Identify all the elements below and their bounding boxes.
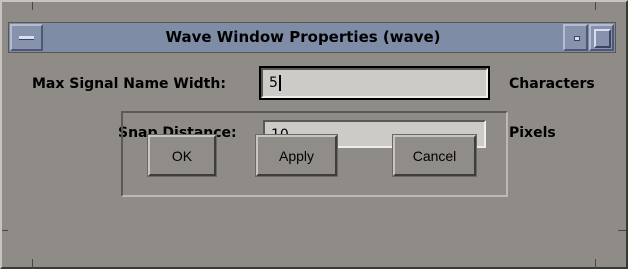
window-menu-button[interactable] bbox=[10, 24, 43, 51]
max-signal-name-width-unit: Characters bbox=[509, 76, 595, 92]
window-menu-icon bbox=[19, 36, 34, 40]
maximize-button[interactable] bbox=[589, 24, 614, 51]
minimize-icon bbox=[574, 36, 580, 41]
max-signal-name-width-input[interactable]: 5 bbox=[259, 66, 490, 100]
text-caret bbox=[278, 75, 281, 91]
max-signal-name-width-label: Max Signal Name Width: bbox=[32, 76, 226, 92]
title-bar[interactable]: Wave Window Properties (wave) bbox=[8, 22, 616, 53]
frame-corner-mark bbox=[595, 259, 596, 269]
frame-corner-mark bbox=[618, 230, 626, 231]
frame-corner-mark bbox=[32, 2, 33, 10]
apply-button[interactable]: Apply bbox=[255, 134, 338, 177]
snap-distance-unit: Pixels bbox=[509, 125, 556, 141]
frame-corner-mark bbox=[595, 2, 596, 10]
maximize-icon bbox=[594, 29, 611, 48]
window-title: Wave Window Properties (wave) bbox=[165, 28, 441, 46]
frame-corner-mark bbox=[32, 259, 33, 269]
ok-button[interactable]: OK bbox=[147, 134, 217, 177]
max-signal-name-width-value: 5 bbox=[269, 75, 278, 91]
minimize-button[interactable] bbox=[563, 24, 588, 51]
cancel-button[interactable]: Cancel bbox=[392, 134, 477, 177]
